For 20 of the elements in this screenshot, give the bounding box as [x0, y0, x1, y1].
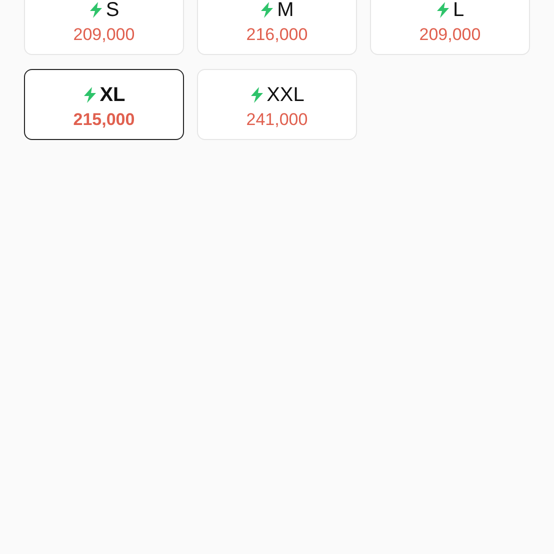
lightning-icon	[88, 2, 103, 18]
price: 209,000	[73, 24, 135, 46]
price: 209,000	[419, 24, 481, 46]
price: 216,000	[246, 24, 308, 46]
size-option[interactable]: XL 215,000	[24, 69, 184, 140]
size-label: S	[106, 0, 120, 23]
size-option[interactable]: S 209,000	[24, 0, 184, 55]
size-label: XXL	[266, 83, 304, 108]
lightning-icon	[436, 2, 450, 18]
price: 241,000	[246, 109, 308, 131]
size-option[interactable]: XXL 241,000	[197, 69, 357, 140]
price: 215,000	[73, 109, 135, 131]
size-option[interactable]: L 209,000	[370, 0, 530, 55]
size-label: XL	[100, 83, 126, 108]
lightning-icon	[260, 2, 274, 18]
size-label: L	[452, 0, 464, 23]
lightning-icon	[250, 87, 264, 103]
lightning-icon	[82, 87, 97, 103]
size-option[interactable]: M 216,000	[197, 0, 357, 55]
size-label: M	[277, 0, 294, 23]
